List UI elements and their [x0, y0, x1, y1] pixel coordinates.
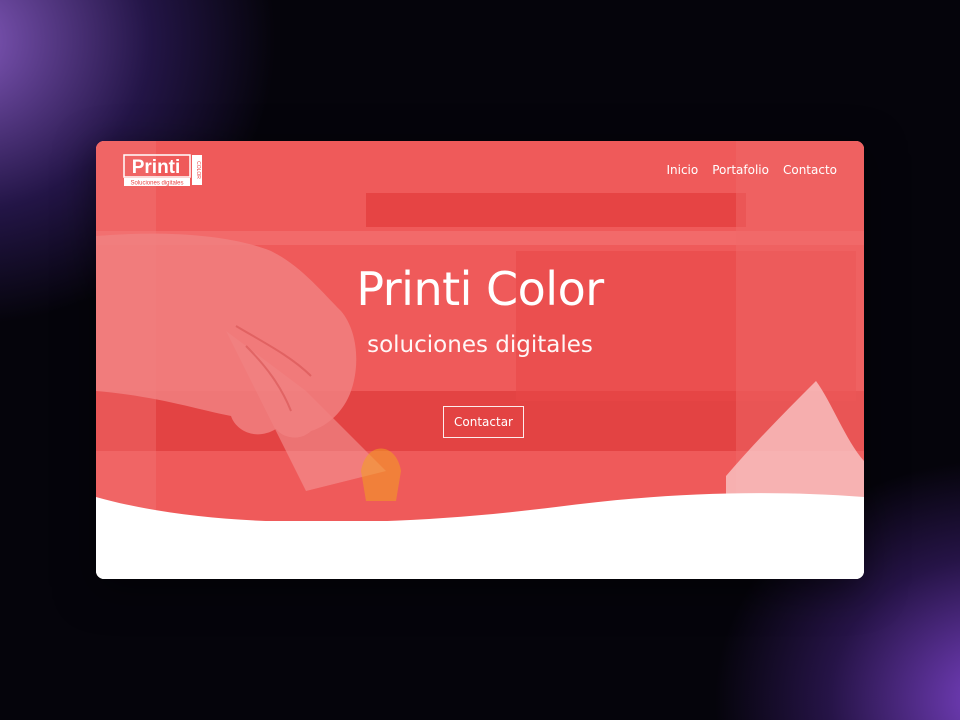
printi-logo[interactable]: Printi COLOR Soluciones digitales: [123, 154, 203, 192]
hero-subtitle: soluciones digitales: [367, 332, 593, 358]
nav-item-contacto[interactable]: Contacto: [783, 163, 837, 177]
main-nav: Inicio Portafolio Contacto: [666, 163, 837, 177]
logo-mark: Printi COLOR Soluciones digitales: [123, 154, 202, 187]
logo-name: Printi: [132, 157, 181, 178]
hero-title: Printi Color: [356, 262, 604, 316]
site-preview-card: Printi COLOR Soluciones digitales Inicio…: [96, 141, 864, 579]
nav-item-portafolio[interactable]: Portafolio: [712, 163, 769, 177]
nav-item-inicio[interactable]: Inicio: [666, 163, 698, 177]
hero-wave-divider: [96, 493, 864, 579]
logo-side-text: COLOR: [195, 161, 201, 179]
contactar-button[interactable]: Contactar: [443, 406, 524, 438]
logo-tagline: Soluciones digitales: [130, 181, 183, 187]
